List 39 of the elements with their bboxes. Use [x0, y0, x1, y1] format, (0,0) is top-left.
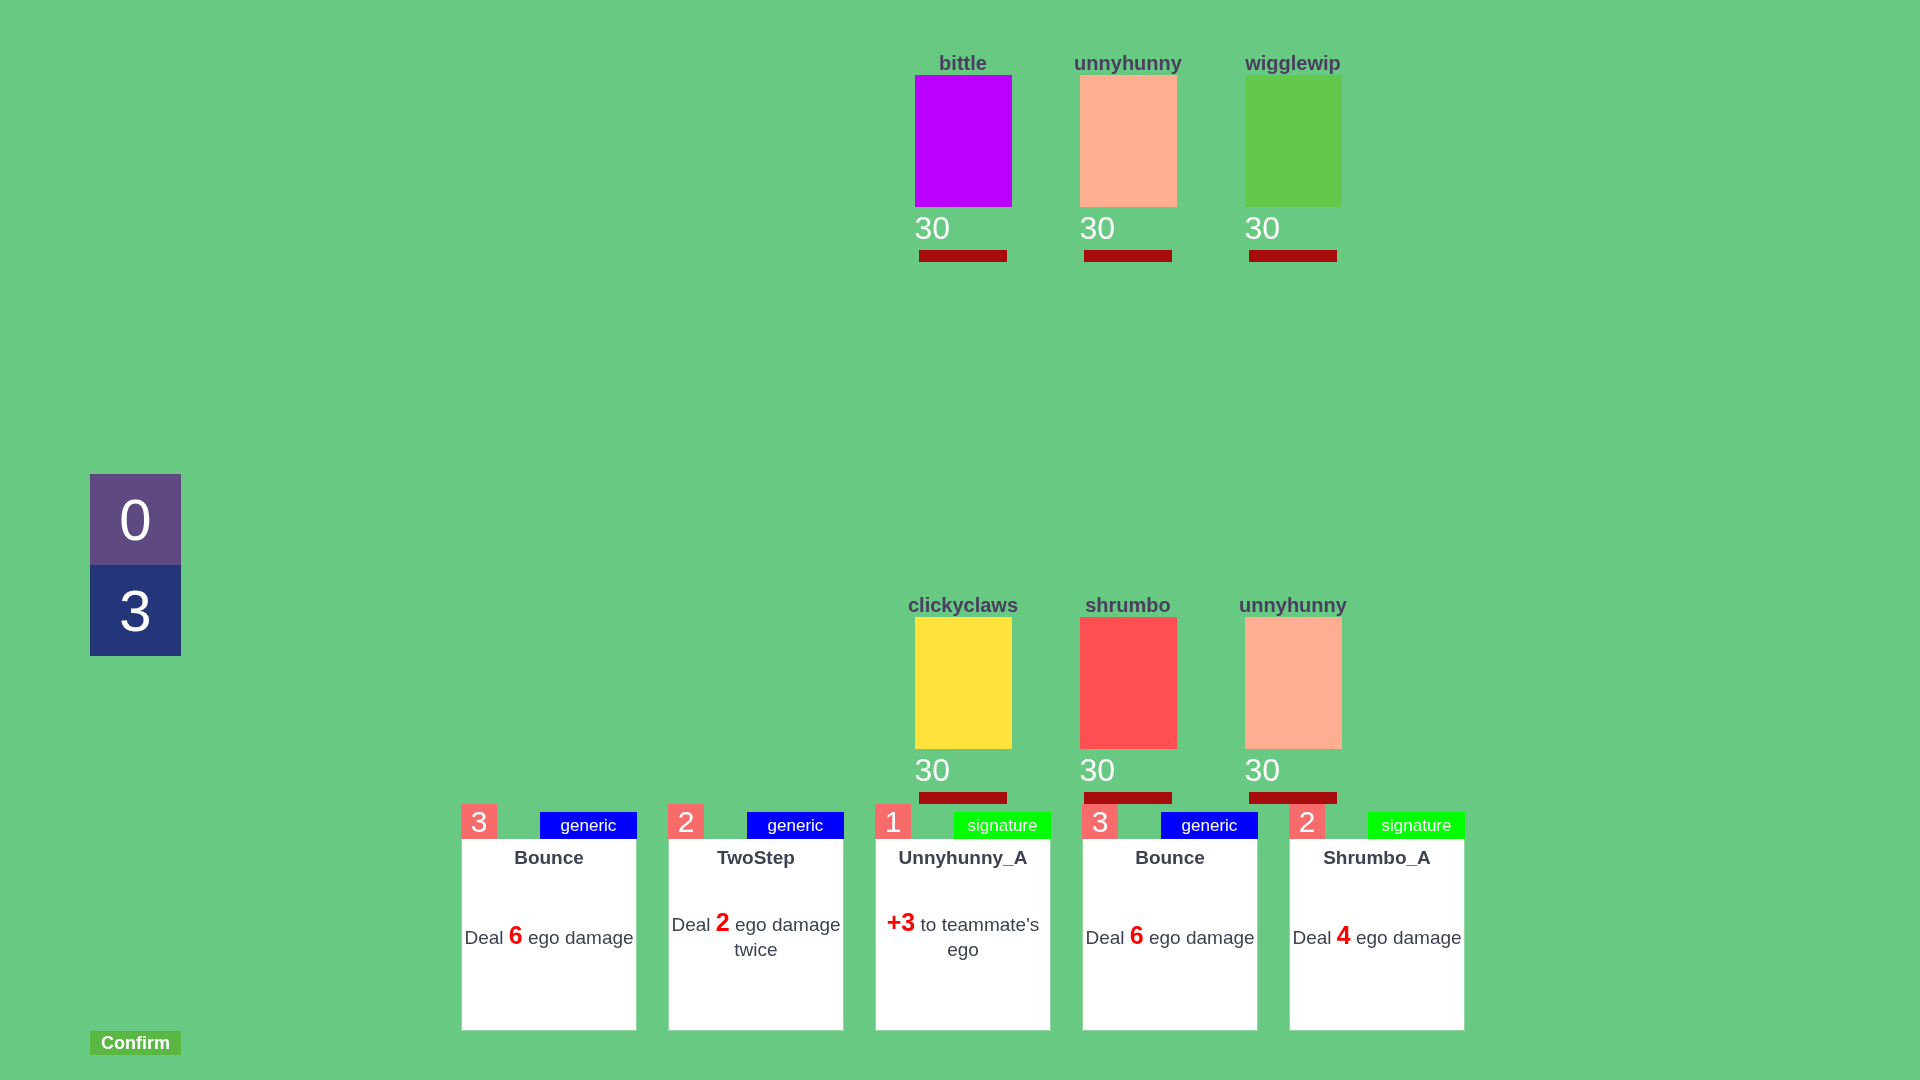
card-description: Deal 2 ego damage twice — [670, 910, 842, 962]
cost-badge: 3 — [1082, 804, 1118, 839]
character-name: wigglewip — [1245, 51, 1341, 75]
card-title: Shrumbo_A — [1323, 847, 1431, 869]
card-description: Deal 6 ego damage — [1085, 922, 1255, 950]
character-name: bittle — [939, 51, 987, 75]
card[interactable]: Unnyhunny_A +3 to teammate's ego — [875, 839, 1051, 1031]
card-title: Bounce — [1135, 847, 1205, 869]
character-name: unnyhunny — [1239, 593, 1347, 617]
cost-badge: 3 — [461, 804, 497, 839]
health-value: 30 — [1079, 752, 1116, 788]
card-title: Bounce — [514, 847, 584, 869]
health-value: 30 — [1244, 210, 1281, 246]
card-title: Unnyhunny_A — [898, 847, 1028, 869]
number-tile: 0 — [90, 474, 181, 565]
card-type-tag: generic — [1161, 812, 1258, 839]
character-name: shrumbo — [1085, 593, 1171, 617]
card-type-tag: generic — [747, 812, 844, 839]
cost-badge: 2 — [668, 804, 704, 839]
card-type-tag: generic — [540, 812, 637, 839]
health-value: 30 — [914, 752, 951, 788]
character-name: unnyhunny — [1074, 51, 1182, 75]
card-description: +3 to teammate's ego — [885, 910, 1041, 962]
character-name: clickyclaws — [907, 593, 1019, 617]
health-value: 30 — [914, 210, 951, 246]
card[interactable]: Bounce Deal 6 ego damage — [1082, 839, 1258, 1031]
card[interactable]: Bounce Deal 6 ego damage — [461, 839, 637, 1031]
health-value: 30 — [1244, 752, 1281, 788]
card-type-tag: signature — [1368, 812, 1465, 839]
cost-badge: 1 — [875, 804, 911, 839]
number-tile: 3 — [90, 565, 181, 656]
card-description: Deal 6 ego damage — [464, 922, 634, 950]
cost-badge: 2 — [1289, 804, 1325, 839]
card-type-tag: signature — [954, 812, 1051, 839]
card[interactable]: Shrumbo_A Deal 4 ego damage — [1289, 839, 1465, 1031]
card[interactable]: TwoStep Deal 2 ego damage twice — [668, 839, 844, 1031]
health-value: 30 — [1079, 210, 1116, 246]
card-description: Deal 4 ego damage — [1292, 922, 1462, 950]
card-title: TwoStep — [717, 847, 795, 869]
